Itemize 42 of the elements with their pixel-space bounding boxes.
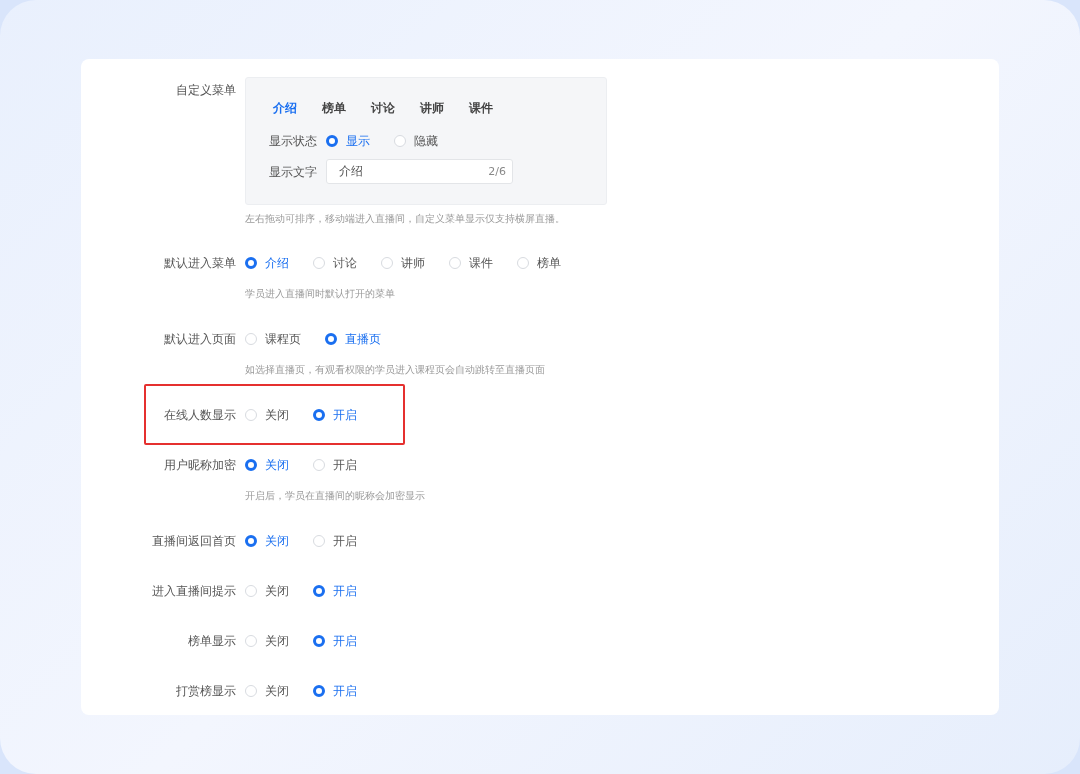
radio-option[interactable]: 关闭 (245, 456, 289, 474)
menu-tab[interactable]: 介绍 (273, 99, 297, 117)
radio-option[interactable]: 关闭 (245, 582, 289, 600)
hint-text: 左右拖动可排序，移动端进入直播间，自定义菜单显示仅支持横屏直播。 (245, 212, 566, 226)
radio-option[interactable]: 显示 (326, 132, 370, 150)
menu-tab[interactable]: 讲师 (420, 99, 444, 117)
menu-tab[interactable]: 榜单 (322, 99, 346, 117)
radio-option[interactable]: 讲师 (381, 254, 425, 272)
radio-option[interactable]: 关闭 (245, 406, 289, 424)
radio-option[interactable]: 关闭 (245, 632, 289, 650)
character-counter: 2/6 (488, 164, 506, 179)
menu-tab[interactable]: 讨论 (371, 99, 395, 117)
radio-option[interactable]: 直播页 (325, 330, 381, 348)
field-label: 默认进入菜单 (163, 255, 237, 272)
field-label: 显示文字 (269, 163, 318, 181)
field-label: 榜单显示 (187, 633, 237, 650)
radio-option[interactable]: 关闭 (245, 532, 289, 550)
field-label: 直播间返回首页 (151, 533, 237, 550)
radio-option[interactable]: 开启 (313, 532, 357, 550)
field-label: 进入直播间提示 (151, 583, 237, 600)
radio-option[interactable]: 开启 (313, 632, 357, 650)
field-label: 在线人数显示 (163, 407, 237, 424)
field-label: 显示状态 (269, 133, 318, 150)
radio-option[interactable]: 隐藏 (394, 132, 438, 150)
hint-text: 学员进入直播间时默认打开的菜单 (245, 287, 396, 301)
radio-option[interactable]: 关闭 (245, 682, 289, 700)
radio-option[interactable]: 课件 (449, 254, 493, 272)
radio-option[interactable]: 课程页 (245, 330, 301, 348)
radio-option[interactable]: 开启 (313, 582, 357, 600)
radio-option[interactable]: 开启 (313, 456, 357, 474)
radio-option[interactable]: 介绍 (245, 254, 289, 272)
field-label: 自定义菜单 (175, 82, 237, 99)
radio-option[interactable]: 开启 (313, 406, 357, 424)
hint-text: 如选择直播页，有观看权限的学员进入课程页会自动跳转至直播页面 (245, 363, 546, 377)
radio-option[interactable]: 开启 (313, 682, 357, 700)
field-label: 打赏榜显示 (175, 683, 237, 700)
radio-option[interactable]: 榜单 (517, 254, 561, 272)
menu-tab[interactable]: 课件 (469, 99, 493, 117)
hint-text: 开启后，学员在直播间的昵称会加密显示 (245, 489, 426, 503)
radio-option[interactable]: 讨论 (313, 254, 357, 272)
field-label: 默认进入页面 (163, 331, 237, 348)
field-label: 用户昵称加密 (163, 457, 237, 474)
